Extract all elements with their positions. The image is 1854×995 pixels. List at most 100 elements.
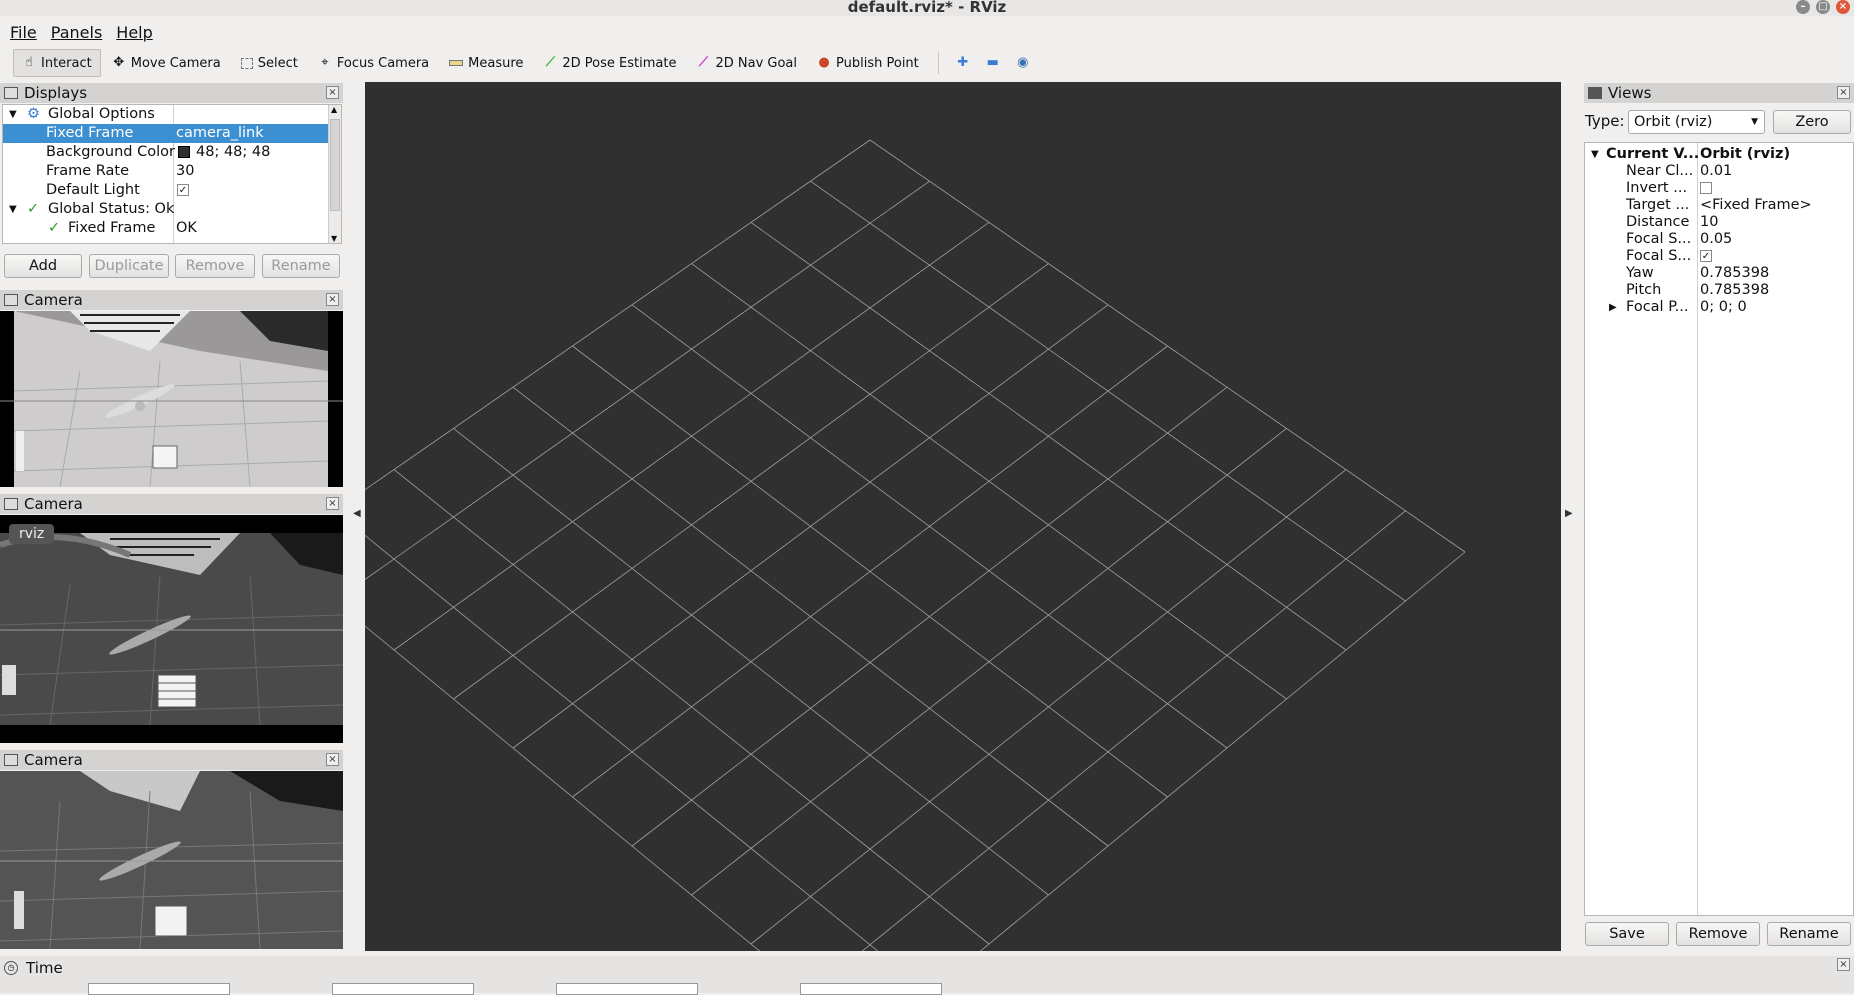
- row-value[interactable]: 0; 0; 0: [1700, 298, 1747, 317]
- tree-row-default-light[interactable]: Default Light ✓: [3, 181, 341, 200]
- view-row-pitch[interactable]: Pitch 0.785398: [1585, 281, 1853, 298]
- camera-close-icon[interactable]: ×: [326, 497, 339, 510]
- tree-row-fixed-frame-status[interactable]: ✓ Fixed Frame OK: [3, 219, 341, 238]
- wall-elapsed-field[interactable]: [800, 983, 942, 995]
- grid-line: [274, 139, 871, 553]
- menu-file[interactable]: File: [10, 23, 37, 42]
- view-row-near-clip[interactable]: Near Cl... 0.01: [1585, 162, 1853, 179]
- tree-row-background-color[interactable]: Background Color 48; 48; 48: [3, 143, 341, 162]
- camera-view-3[interactable]: [0, 771, 343, 949]
- view-row-focal-shape-size[interactable]: Focal S... 0.05: [1585, 230, 1853, 247]
- select-label: Select: [257, 55, 298, 71]
- right-dock-collapse-icon[interactable]: ▶: [1565, 508, 1573, 519]
- add-display-button[interactable]: Add: [4, 254, 82, 278]
- tree-row-global-status[interactable]: ▼ ✓ Global Status: Ok: [3, 200, 341, 219]
- publish-point-tool-button[interactable]: ● Publish Point: [808, 49, 928, 77]
- maximize-icon[interactable]: □: [1816, 0, 1830, 14]
- view-row-invert[interactable]: Invert ...: [1585, 179, 1853, 196]
- camera-view-1[interactable]: [0, 311, 343, 487]
- view-row-yaw[interactable]: Yaw 0.785398: [1585, 264, 1853, 281]
- plus-icon: ✚: [957, 55, 969, 70]
- view-row-focal-shape-fixed[interactable]: Focal S... ✓: [1585, 247, 1853, 264]
- view-row-focal-point[interactable]: ▶ Focal P... 0; 0; 0: [1585, 298, 1853, 315]
- measure-label: Measure: [468, 55, 524, 71]
- focal-shape-checkbox[interactable]: ✓: [1700, 250, 1712, 262]
- fixed-frame-value[interactable]: camera_link: [176, 124, 264, 143]
- expand-arrow-icon[interactable]: ▼: [9, 105, 17, 124]
- camera-close-icon[interactable]: ×: [326, 753, 339, 766]
- focus-camera-tool-button[interactable]: ⌖ Focus Camera: [309, 49, 438, 77]
- row-key: Fixed Frame: [68, 220, 156, 236]
- camera-close-icon[interactable]: ×: [326, 293, 339, 306]
- camera-panel-header: Camera ×: [0, 290, 343, 310]
- status-value: OK: [176, 220, 197, 236]
- displays-title: Displays: [24, 84, 88, 102]
- nav-goal-label: 2D Nav Goal: [715, 55, 798, 71]
- row-key: Focal P...: [1626, 299, 1689, 315]
- row-key: Global Status: Ok: [48, 201, 175, 217]
- check-icon: ✓: [27, 201, 40, 217]
- view-row-distance[interactable]: Distance 10: [1585, 213, 1853, 230]
- displays-scrollbar[interactable]: ▲ ▼: [328, 105, 341, 243]
- ros-time-field[interactable]: [88, 983, 230, 995]
- wall-time-field[interactable]: [556, 983, 698, 995]
- grid-line: [274, 551, 814, 995]
- menu-bar: File Panels Help: [0, 19, 1854, 45]
- grid-line: [393, 469, 990, 945]
- move-camera-tool-button[interactable]: ✥ Move Camera: [103, 49, 230, 77]
- views-tree[interactable]: ▼ Current V... Orbit (rviz) Near Cl... 0…: [1584, 142, 1854, 916]
- left-dock-collapse-icon[interactable]: ◀: [353, 508, 361, 519]
- remove-view-button[interactable]: Remove: [1676, 922, 1760, 946]
- add-tool-button[interactable]: ✚: [949, 49, 977, 77]
- default-light-checkbox[interactable]: ✓: [177, 184, 189, 196]
- panel-visibility-button[interactable]: ◉: [1009, 49, 1037, 77]
- interact-tool-button[interactable]: ☝ Interact: [13, 49, 101, 77]
- zero-button[interactable]: Zero: [1773, 110, 1851, 134]
- tree-row-global-options[interactable]: ▼ ⚙ Global Options: [3, 105, 341, 124]
- displays-tree[interactable]: ▼ ⚙ Global Options Fixed Frame camera_li…: [2, 104, 342, 244]
- minimize-icon[interactable]: –: [1796, 0, 1810, 14]
- grid-line: [631, 386, 1228, 847]
- save-view-button[interactable]: Save: [1585, 922, 1669, 946]
- measure-tool-button[interactable]: Measure: [440, 49, 532, 77]
- tree-row-frame-rate[interactable]: Frame Rate 30: [3, 162, 341, 181]
- views-close-icon[interactable]: ×: [1837, 86, 1850, 99]
- 3d-render-viewport[interactable]: [274, 82, 1561, 995]
- clock-icon: ◷: [4, 961, 18, 975]
- displays-close-icon[interactable]: ×: [326, 86, 339, 99]
- hand-pointer-icon: ☝: [25, 55, 33, 70]
- pose-estimate-tool-button[interactable]: ⟋ 2D Pose Estimate: [534, 49, 685, 77]
- menu-help[interactable]: Help: [116, 23, 152, 42]
- rename-view-button[interactable]: Rename: [1767, 922, 1851, 946]
- time-close-icon[interactable]: ×: [1837, 958, 1850, 971]
- view-type-select[interactable]: Orbit (rviz) ▼: [1628, 110, 1765, 134]
- views-panel-header: Views ×: [1584, 83, 1854, 103]
- duplicate-display-button[interactable]: Duplicate: [89, 254, 169, 278]
- view-row-target[interactable]: Target ... <Fixed Frame>: [1585, 196, 1853, 213]
- view-row-current[interactable]: ▼ Current V... Orbit (rviz): [1585, 145, 1853, 162]
- monitor-icon: [4, 87, 18, 99]
- focus-camera-label: Focus Camera: [336, 55, 430, 71]
- camera-view-2[interactable]: rviz: [0, 515, 343, 743]
- frame-rate-value[interactable]: 30: [176, 162, 194, 181]
- background-color-value[interactable]: 48; 48; 48: [196, 143, 270, 162]
- minus-icon: ▬: [986, 55, 999, 70]
- expand-arrow-icon[interactable]: ▶: [1609, 298, 1617, 317]
- rename-display-button[interactable]: Rename: [262, 254, 340, 278]
- close-icon[interactable]: ×: [1836, 0, 1850, 14]
- remove-display-button[interactable]: Remove: [175, 254, 255, 278]
- title-bar: default.rviz* - RViz – □ ×: [0, 0, 1854, 16]
- move-camera-label: Move Camera: [130, 55, 221, 71]
- invert-checkbox[interactable]: [1700, 182, 1712, 194]
- nav-goal-tool-button[interactable]: ⟋ 2D Nav Goal: [687, 49, 806, 77]
- remove-tool-button[interactable]: ▬: [979, 49, 1007, 77]
- menu-panels[interactable]: Panels: [51, 23, 103, 42]
- tree-row-fixed-frame[interactable]: Fixed Frame camera_link: [3, 124, 329, 143]
- chevron-down-icon: ▼: [1751, 117, 1758, 127]
- ros-elapsed-field[interactable]: [332, 983, 474, 995]
- expand-arrow-icon[interactable]: ▼: [9, 200, 17, 219]
- select-tool-button[interactable]: Select: [232, 49, 307, 77]
- row-key: Global Options: [48, 106, 155, 122]
- scroll-down-icon[interactable]: ▼: [331, 234, 337, 243]
- scroll-up-icon[interactable]: ▲: [331, 105, 337, 114]
